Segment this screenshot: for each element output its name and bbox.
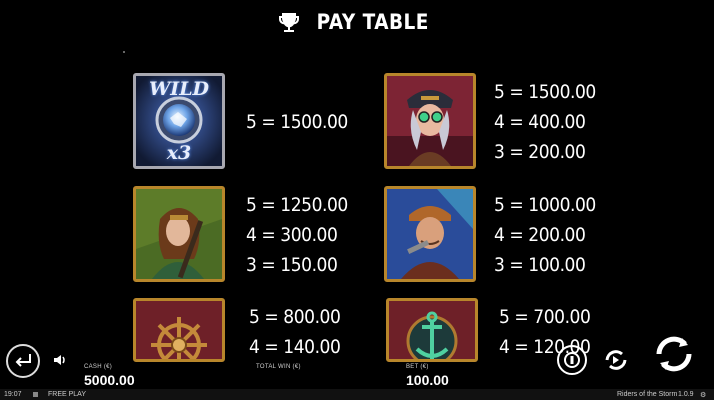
pay-line: 3 = 100.00 xyxy=(494,254,586,276)
symbol-rifle-woman xyxy=(133,186,225,282)
spin-button[interactable] xyxy=(650,330,698,378)
sound-icon[interactable] xyxy=(52,352,68,368)
menu-icon[interactable] xyxy=(33,392,38,397)
pay-line: 5 = 1000.00 xyxy=(494,194,596,216)
info-button[interactable] xyxy=(557,345,587,375)
paytable-header: PAY TABLE xyxy=(0,6,714,38)
pay-line: 4 = 300.00 xyxy=(246,224,338,246)
paytable-values-wrench-man: 5 = 1000.00 4 = 200.00 3 = 100.00 xyxy=(494,190,596,280)
spin-icon xyxy=(656,336,692,372)
return-arrow-icon xyxy=(15,354,31,367)
pay-line: 3 = 150.00 xyxy=(246,254,338,276)
pay-line: 4 = 200.00 xyxy=(494,224,586,246)
total-win-label: TOTAL WIN (€) xyxy=(256,364,301,370)
bet-value: 100.00 xyxy=(406,372,449,388)
paytable-values-captain-woman: 5 = 1500.00 4 = 400.00 3 = 200.00 xyxy=(494,77,596,167)
paytable-values-ships-wheel: 5 = 800.00 4 = 140.00 xyxy=(249,302,341,362)
symbol-wrench-man xyxy=(384,186,476,282)
pay-line: 5 = 700.00 xyxy=(499,306,591,328)
pay-line: 5 = 1250.00 xyxy=(246,194,348,216)
cash-value: 5000.00 xyxy=(84,372,135,388)
bet-label: BET (€) xyxy=(406,364,429,370)
settings-icon[interactable]: ⚙ xyxy=(700,391,706,399)
symbol-wild: WILD x3 xyxy=(133,73,225,169)
pay-line: 5 = 1500.00 xyxy=(494,81,596,103)
decor-dot xyxy=(123,51,125,53)
paytable-values-wild: 5 = 1500.00 xyxy=(246,107,348,137)
version-text: 1.0.9 xyxy=(678,391,694,398)
wild-label: WILD xyxy=(148,78,210,100)
autoplay-button[interactable] xyxy=(601,345,631,375)
pay-line: 4 = 400.00 xyxy=(494,111,586,133)
wild-multiplier: x3 xyxy=(166,142,192,164)
clock-text: 19:07 xyxy=(4,391,22,398)
page-title: PAY TABLE xyxy=(316,10,430,34)
back-button[interactable] xyxy=(6,344,40,378)
pay-line: 4 = 140.00 xyxy=(249,336,341,358)
captain-art xyxy=(387,76,473,166)
symbol-anchor xyxy=(386,298,478,362)
anchor-icon xyxy=(389,301,475,359)
play-mode-text: FREE PLAY xyxy=(48,391,86,398)
rifle-woman-art xyxy=(136,189,222,279)
autoplay-icon xyxy=(605,350,627,370)
ships-wheel-icon xyxy=(136,301,222,359)
symbol-captain-woman xyxy=(384,73,476,169)
pay-line: 5 = 1500.00 xyxy=(246,111,348,133)
game-name-text: Riders of the Storm xyxy=(617,391,678,398)
symbol-ships-wheel xyxy=(133,298,225,362)
pay-line: 3 = 200.00 xyxy=(494,141,586,163)
pay-line: 5 = 800.00 xyxy=(249,306,341,328)
coins-icon xyxy=(564,352,580,368)
trophy-icon xyxy=(279,13,300,32)
wrench-man-art xyxy=(387,189,473,279)
status-footer: 19:07 FREE PLAY Riders of the Storm 1.0.… xyxy=(0,389,714,400)
cash-label: CASH (€) xyxy=(84,364,113,370)
paytable-values-rifle-woman: 5 = 1250.00 4 = 300.00 3 = 150.00 xyxy=(246,190,348,280)
